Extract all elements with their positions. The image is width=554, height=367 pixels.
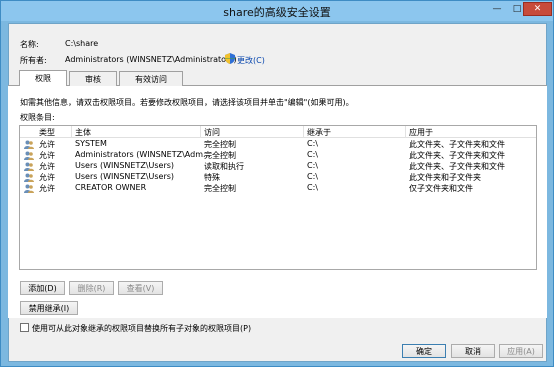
row-inherited-from: C:\	[307, 139, 318, 148]
row-access: 完全控制	[204, 151, 236, 160]
table-row[interactable]: 允许 Users (WINSNETZ\Users) 读取和执行 C:\ 此文件夹…	[20, 161, 536, 172]
tab-effective-access[interactable]: 有效访问	[119, 71, 183, 86]
row-applies-to: 此文件夹、子文件夹和文件	[409, 151, 505, 160]
users-group-icon	[24, 184, 34, 193]
row-applies-to: 此文件夹、子文件夹和文件	[409, 162, 505, 171]
window-title: share的高级安全设置	[223, 6, 331, 19]
tab-auditing[interactable]: 审核	[69, 71, 117, 86]
row-type: 允许	[39, 151, 55, 160]
users-group-icon	[24, 162, 34, 171]
view-button[interactable]: 查看(V)	[118, 281, 163, 295]
column-divider[interactable]	[71, 126, 72, 138]
row-principal: Users (WINSNETZ\Users)	[75, 172, 175, 181]
ok-button[interactable]: 确定	[402, 344, 446, 358]
table-row[interactable]: 允许 CREATOR OWNER 完全控制 C:\ 仅子文件夹和文件	[20, 183, 536, 194]
remove-button[interactable]: 删除(R)	[69, 281, 114, 295]
entries-label: 权限条目:	[20, 113, 55, 122]
row-access: 完全控制	[204, 140, 236, 149]
users-group-icon	[24, 173, 34, 182]
row-type: 允许	[39, 162, 55, 171]
owner-value: Administrators (WINSNETZ\Administrators)	[65, 55, 237, 64]
minimize-button[interactable]: —	[487, 2, 507, 16]
row-applies-to: 此文件夹和子文件夹	[409, 173, 481, 182]
title-bar[interactable]: share的高级安全设置 — □ ✕	[1, 1, 553, 21]
cancel-button[interactable]: 取消	[451, 344, 495, 358]
table-row[interactable]: 允许 Administrators (WINSNETZ\Adm... 完全控制 …	[20, 150, 536, 161]
row-access: 完全控制	[204, 184, 236, 193]
uac-shield-icon	[225, 53, 235, 64]
table-row[interactable]: 允许 Users (WINSNETZ\Users) 特殊 C:\ 此文件夹和子文…	[20, 172, 536, 183]
row-principal: SYSTEM	[75, 139, 107, 148]
row-access: 特殊	[204, 173, 220, 182]
column-inherited-from[interactable]: 继承于	[307, 127, 331, 138]
users-group-icon	[24, 151, 34, 160]
apply-button[interactable]: 应用(A)	[499, 344, 543, 358]
row-applies-to: 仅子文件夹和文件	[409, 184, 473, 193]
row-inherited-from: C:\	[307, 150, 318, 159]
row-principal: Users (WINSNETZ\Users)	[75, 161, 175, 170]
disable-inheritance-button[interactable]: 禁用继承(I)	[20, 301, 78, 315]
tab-permissions[interactable]: 权限	[19, 70, 67, 86]
column-divider[interactable]	[303, 126, 304, 138]
name-label: 名称:	[20, 40, 39, 49]
row-principal: Administrators (WINSNETZ\Adm...	[75, 150, 211, 159]
list-header: 类型 主体 访问 继承于 应用于	[20, 126, 536, 138]
row-type: 允许	[39, 173, 55, 182]
column-type[interactable]: 类型	[39, 127, 55, 138]
column-access[interactable]: 访问	[204, 127, 220, 138]
row-inherited-from: C:\	[307, 161, 318, 170]
column-applies-to[interactable]: 应用于	[409, 127, 433, 138]
name-value: C:\share	[65, 39, 99, 48]
row-type: 允许	[39, 140, 55, 149]
close-button[interactable]: ✕	[523, 2, 552, 16]
row-access: 读取和执行	[204, 162, 244, 171]
table-row[interactable]: 允许 SYSTEM 完全控制 C:\ 此文件夹、子文件夹和文件	[20, 139, 536, 150]
owner-label: 所有者:	[20, 56, 47, 65]
column-divider[interactable]	[405, 126, 406, 138]
instructions-text: 如需其他信息，请双击权限项目。若要修改权限项目，请选择该项目并单击"编辑"(如果…	[20, 98, 354, 107]
row-inherited-from: C:\	[307, 183, 318, 192]
column-divider[interactable]	[200, 126, 201, 138]
security-dialog: share的高级安全设置 — □ ✕ 名称: C:\share 所有者: Adm…	[0, 0, 554, 367]
row-applies-to: 此文件夹、子文件夹和文件	[409, 140, 505, 149]
replace-child-permissions-checkbox[interactable]	[20, 323, 29, 332]
change-owner-link[interactable]: 更改(C)	[237, 55, 265, 66]
row-type: 允许	[39, 184, 55, 193]
column-principal[interactable]: 主体	[75, 127, 91, 138]
add-button[interactable]: 添加(D)	[20, 281, 65, 295]
row-inherited-from: C:\	[307, 172, 318, 181]
users-group-icon	[24, 140, 34, 149]
permission-entries-list[interactable]: 类型 主体 访问 继承于 应用于 允许 SYSTEM 完全控制 C:\ 此文件夹…	[19, 125, 537, 270]
row-principal: CREATOR OWNER	[75, 183, 147, 192]
replace-child-permissions-label[interactable]: 使用可从此对象继承的权限项目替换所有子对象的权限项目(P)	[32, 323, 251, 334]
